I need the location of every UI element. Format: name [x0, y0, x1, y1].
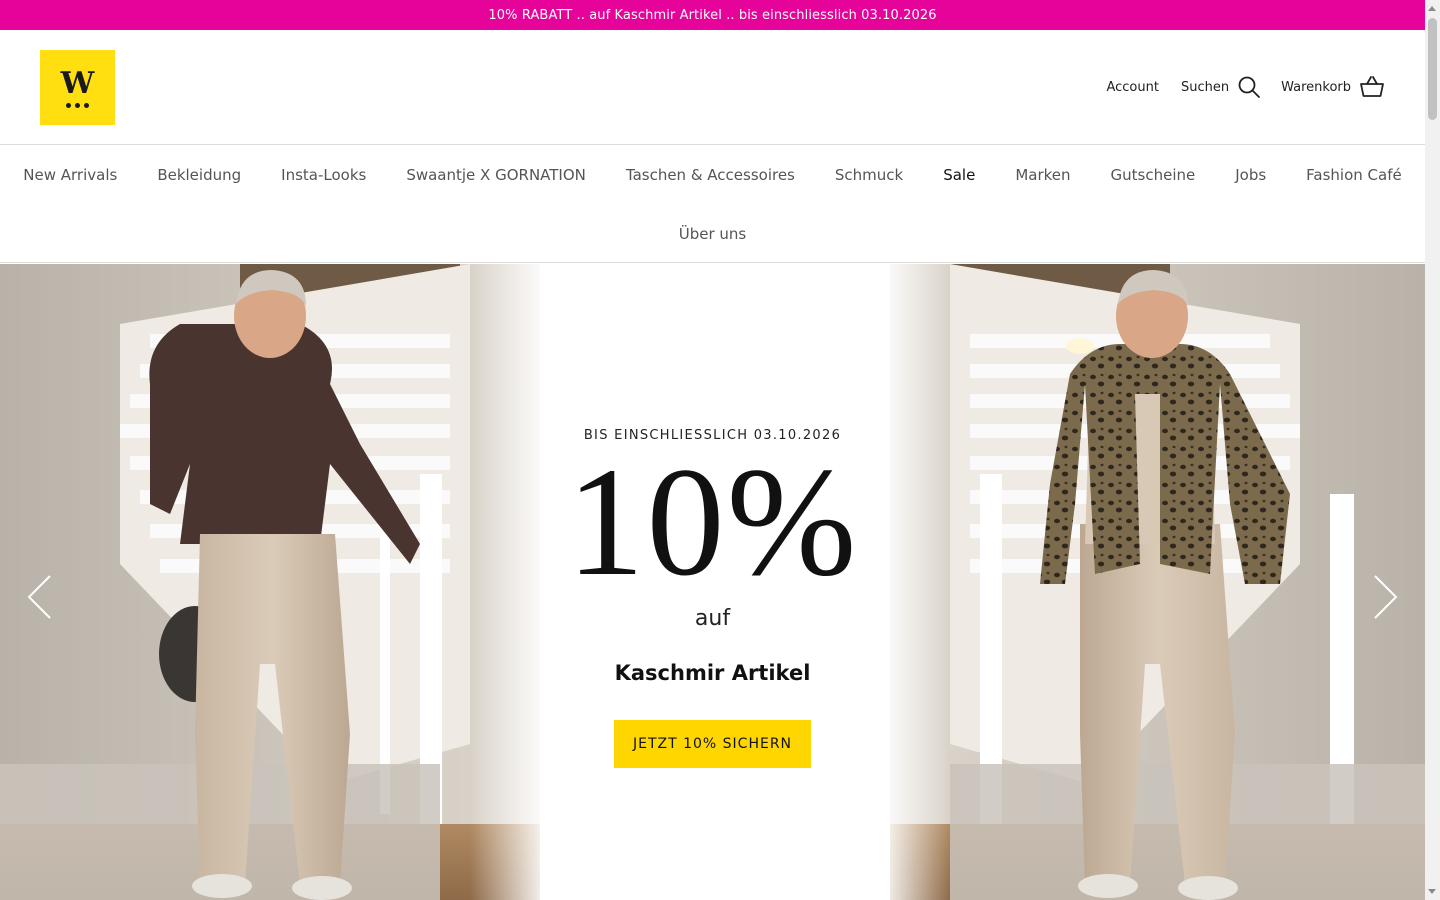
logo-letter: W	[60, 65, 95, 101]
cart-button[interactable]: Warenkorb	[1281, 75, 1385, 99]
hero-image-left	[0, 264, 540, 900]
nav-item-gutscheine[interactable]: Gutscheine	[1091, 166, 1216, 184]
nav-item-insta-looks[interactable]: Insta-Looks	[261, 166, 386, 184]
nav-row-secondary: Über uns	[0, 225, 1425, 243]
site-header: W Account Suchen Warenkorb	[0, 30, 1425, 145]
page: 10% RABATT .. auf Kaschmir Artikel .. bi…	[0, 0, 1425, 900]
chevron-left-icon	[27, 575, 51, 619]
hero-product: Kaschmir Artikel	[614, 661, 811, 685]
hero-subline: auf	[694, 606, 731, 631]
search-label: Suchen	[1180, 79, 1230, 95]
cart-label: Warenkorb	[1281, 79, 1351, 95]
hero-cta-button[interactable]: JETZT 10% SICHERN	[614, 720, 811, 768]
page-scrollbar[interactable]	[1425, 0, 1440, 900]
nav-item-new-arrivals[interactable]: New Arrivals	[3, 166, 137, 184]
nav-item-sale[interactable]: Sale	[923, 166, 995, 184]
header-tools: Account Suchen Warenkorb	[1106, 74, 1385, 100]
search-icon	[1238, 76, 1260, 98]
account-label: Account	[1106, 79, 1159, 95]
nav-item-marken[interactable]: Marken	[995, 166, 1090, 184]
nav-item-jobs[interactable]: Jobs	[1215, 166, 1286, 184]
nav-item-schmuck[interactable]: Schmuck	[815, 166, 923, 184]
scrollbar-thumb[interactable]	[1428, 18, 1437, 120]
slideshow-next-button[interactable]	[1370, 574, 1400, 620]
hero-copy: BIS EINSCHLIESSLICH 03.10.2026 10% auf K…	[500, 264, 925, 900]
nav-item-ueber-uns[interactable]: Über uns	[659, 225, 767, 243]
search-button[interactable]: Suchen	[1181, 75, 1261, 99]
nav-item-bekleidung[interactable]: Bekleidung	[137, 166, 261, 184]
store-logo[interactable]: W	[40, 50, 115, 125]
hero-cta-label: JETZT 10% SICHERN	[632, 736, 793, 752]
logo-dots	[66, 102, 89, 108]
scroll-down-arrow[interactable]	[1428, 889, 1436, 894]
nav-item-swaantje-gornation[interactable]: Swaantje X GORNATION	[386, 166, 606, 184]
nav-item-taschen-accessoires[interactable]: Taschen & Accessoires	[606, 166, 815, 184]
account-link[interactable]: Account	[1106, 80, 1159, 95]
chevron-right-icon	[1374, 575, 1398, 619]
nav-item-fashion-cafe[interactable]: Fashion Café	[1286, 166, 1422, 184]
announcement-bar[interactable]: 10% RABATT .. auf Kaschmir Artikel .. bi…	[0, 0, 1425, 30]
nav-row-primary: New Arrivals Bekleidung Insta-Looks Swaa…	[0, 166, 1425, 184]
announcement-text: 10% RABATT .. auf Kaschmir Artikel .. bi…	[488, 7, 937, 23]
scroll-up-arrow[interactable]	[1428, 6, 1436, 11]
slideshow-prev-button[interactable]	[25, 574, 55, 620]
hero-headline: 10%	[566, 435, 859, 608]
basket-icon	[1360, 76, 1384, 97]
main-navigation: New Arrivals Bekleidung Insta-Looks Swaa…	[0, 145, 1425, 263]
hero-image-right	[890, 264, 1425, 900]
hero-slideshow: BIS EINSCHLIESSLICH 03.10.2026 10% auf K…	[0, 264, 1425, 900]
